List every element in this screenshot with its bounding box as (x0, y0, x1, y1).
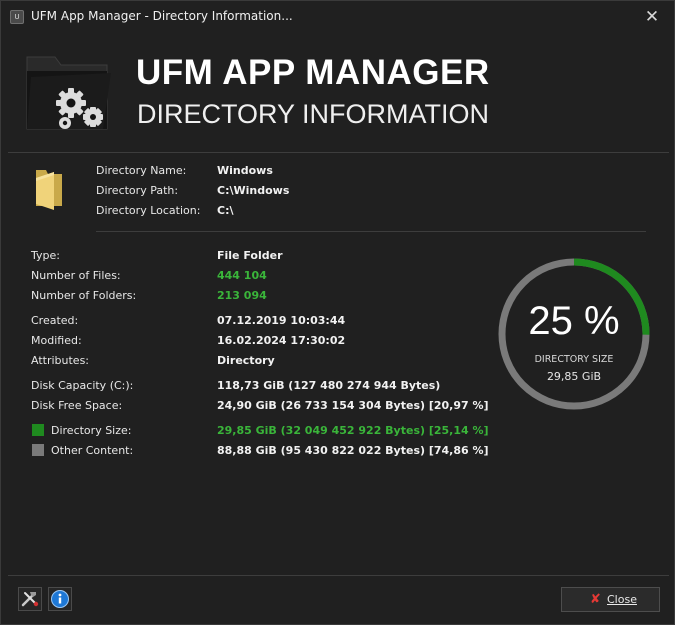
folders-count-label: Number of Folders: (31, 289, 137, 302)
gauge-caption: DIRECTORY SIZE (534, 354, 614, 365)
close-button[interactable]: ✘ Close (561, 587, 660, 612)
folder-gears-icon (26, 56, 111, 130)
files-count-label: Number of Files: (31, 269, 121, 282)
modified-label: Modified: (31, 334, 82, 347)
disk-capacity-value: 118,73 GiB (127 480 274 944 Bytes) (217, 379, 441, 392)
directory-size-value: 29,85 GiB (32 049 452 922 Bytes) [25,14 … (217, 424, 489, 437)
disk-capacity-label: Disk Capacity (C:): (31, 379, 134, 392)
directory-name-label: Directory Name: (96, 164, 187, 177)
gauge-percent: 25 % (528, 299, 620, 343)
directory-divider (96, 231, 646, 232)
type-label: Type: (31, 249, 60, 262)
created-label: Created: (31, 314, 79, 327)
directory-path-value: C:\Windows (217, 184, 290, 197)
disk-free-label: Disk Free Space: (31, 399, 123, 412)
tools-icon (21, 592, 39, 607)
window-title: UFM App Manager - Directory Information.… (31, 9, 293, 23)
other-content-legend-swatch (32, 444, 44, 456)
directory-location-label: Directory Location: (96, 204, 201, 217)
gauge-size: 29,85 GiB (546, 370, 602, 383)
directory-size-legend-swatch (32, 424, 44, 436)
title-bar: U UFM App Manager - Directory Informatio… (1, 1, 674, 33)
directory-name-value: Windows (217, 164, 273, 177)
directory-location-value: C:\ (217, 204, 234, 217)
folders-count-value: 213 094 (217, 289, 267, 302)
files-count-value: 444 104 (217, 269, 267, 282)
attributes-label: Attributes: (31, 354, 90, 367)
info-button[interactable] (48, 587, 72, 611)
disk-free-value: 24,90 GiB (26 733 154 304 Bytes) [20,97 … (217, 399, 489, 412)
folder-icon (36, 170, 62, 210)
other-content-label: Other Content: (51, 444, 134, 457)
created-value: 07.12.2019 10:03:44 (217, 314, 346, 327)
footer-divider (8, 575, 669, 576)
type-value: File Folder (217, 249, 283, 262)
directory-size-label: Directory Size: (51, 424, 132, 437)
header-divider (8, 152, 669, 153)
modified-value: 16.02.2024 17:30:02 (217, 334, 346, 347)
dialog-window: U UFM App Manager - Directory Informatio… (0, 0, 675, 625)
tools-button[interactable] (18, 587, 42, 611)
dialog-subtitle: DIRECTORY INFORMATION (137, 99, 490, 129)
attributes-value: Directory (217, 354, 275, 367)
app-logo-icon: U (10, 10, 24, 24)
other-content-value: 88,88 GiB (95 430 822 022 Bytes) [74,86 … (217, 444, 489, 457)
window-close-button[interactable]: ✕ (640, 5, 664, 29)
app-name-heading: UFM APP MANAGER (136, 53, 490, 92)
close-x-icon: ✘ (590, 592, 601, 607)
directory-path-label: Directory Path: (96, 184, 179, 197)
info-icon (51, 590, 69, 608)
close-button-label: Close (607, 593, 637, 606)
